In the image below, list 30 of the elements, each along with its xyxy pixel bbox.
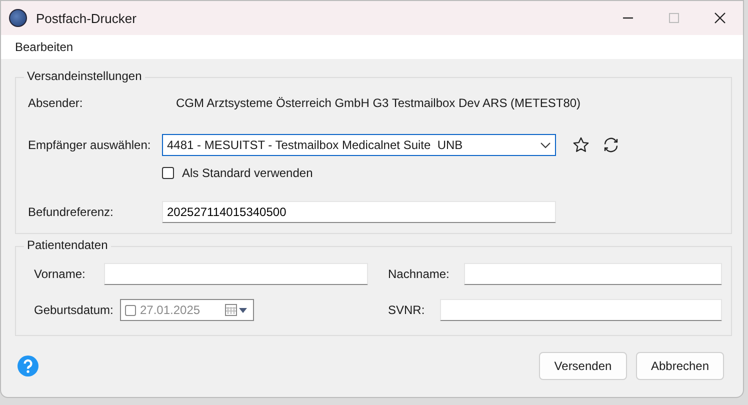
caret-icon <box>540 142 551 148</box>
reference-input-field[interactable]: 202527114015340500 <box>162 201 556 223</box>
field-label: Befundreferenz: <box>28 205 114 219</box>
date-picker[interactable]: 27.01.2025 <box>120 299 254 321</box>
dialog-button[interactable]: Versenden <box>539 352 627 380</box>
group-title: Patientendaten <box>24 238 111 252</box>
svnr-input-field[interactable] <box>440 299 722 321</box>
refresh-icon[interactable] <box>602 136 620 154</box>
last-name-input-field[interactable] <box>464 263 722 285</box>
menu-item[interactable]: Bearbeiten <box>7 40 82 54</box>
first-name-input-field[interactable] <box>104 263 368 285</box>
app-logo-icon <box>9 9 27 27</box>
close-icon[interactable] <box>714 12 726 24</box>
dialog-button[interactable]: Abbrechen <box>636 352 724 380</box>
field-label: Vorname: <box>34 267 86 281</box>
sender-text: CGM Arztsysteme Österreich GmbH G3 Testmailbox Dev ARS (METEST80) <box>176 96 581 110</box>
favorite-star-icon[interactable] <box>572 136 590 154</box>
checkbox[interactable] <box>162 167 174 179</box>
group-title: Versandeinstellungen <box>24 69 145 83</box>
recipient-dropdown[interactable]: 4481 - MESUITST - Testmailbox Medicalnet Suite UNB <box>162 134 556 156</box>
window-title: Postfach-Drucker <box>36 10 136 26</box>
checkbox-label: Als Standard verwenden <box>182 166 313 180</box>
help-icon[interactable] <box>17 355 39 377</box>
calendar-dropdown-icon <box>225 304 249 316</box>
date-checkbox[interactable] <box>125 304 136 316</box>
field-label: Nachname: <box>387 267 450 281</box>
field-label: Absender: <box>28 96 84 110</box>
field-label: Empfänger auswählen: <box>28 138 152 152</box>
field-label: Geburtsdatum: <box>34 303 114 317</box>
field-label: SVNR: <box>387 303 426 317</box>
